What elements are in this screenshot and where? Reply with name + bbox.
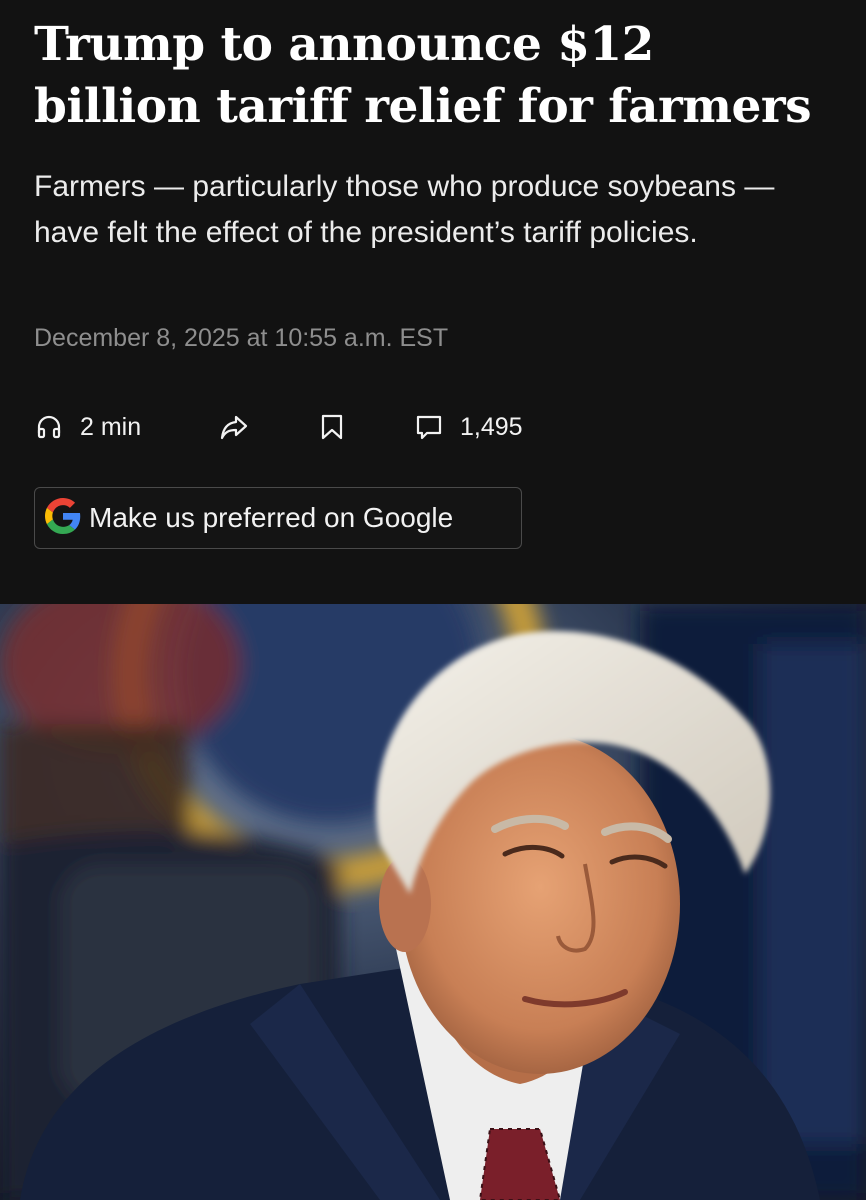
publish-timestamp: December 8, 2025 at 10:55 a.m. EST: [34, 324, 449, 352]
google-g-icon: [45, 497, 81, 539]
listen-button[interactable]: 2 min: [34, 404, 141, 450]
comment-count: 1,495: [460, 412, 523, 441]
save-button[interactable]: [318, 404, 346, 450]
share-arrow-icon: [218, 411, 250, 443]
article-action-bar: 2 min 1,495: [34, 404, 634, 450]
article-dek: Farmers — particularly those who produce…: [34, 170, 775, 249]
listen-duration: 2 min: [80, 412, 142, 441]
lead-photo: [0, 604, 866, 1200]
google-button-label: Make us preferred on Google: [89, 502, 454, 533]
headline: Trump to announce $12 billion tariff rel…: [34, 17, 812, 134]
comments-button[interactable]: 1,495: [414, 404, 523, 450]
make-us-preferred-on-google-button[interactable]: Make us preferred on Google: [34, 487, 522, 549]
share-button[interactable]: [218, 404, 250, 450]
portrait-photo-illustration: [0, 604, 866, 1200]
headphones-icon: [34, 412, 64, 442]
article-header: Trump to announce $12 billion tariff rel…: [0, 0, 866, 604]
comment-icon: [414, 412, 444, 442]
bookmark-icon: [318, 412, 346, 442]
